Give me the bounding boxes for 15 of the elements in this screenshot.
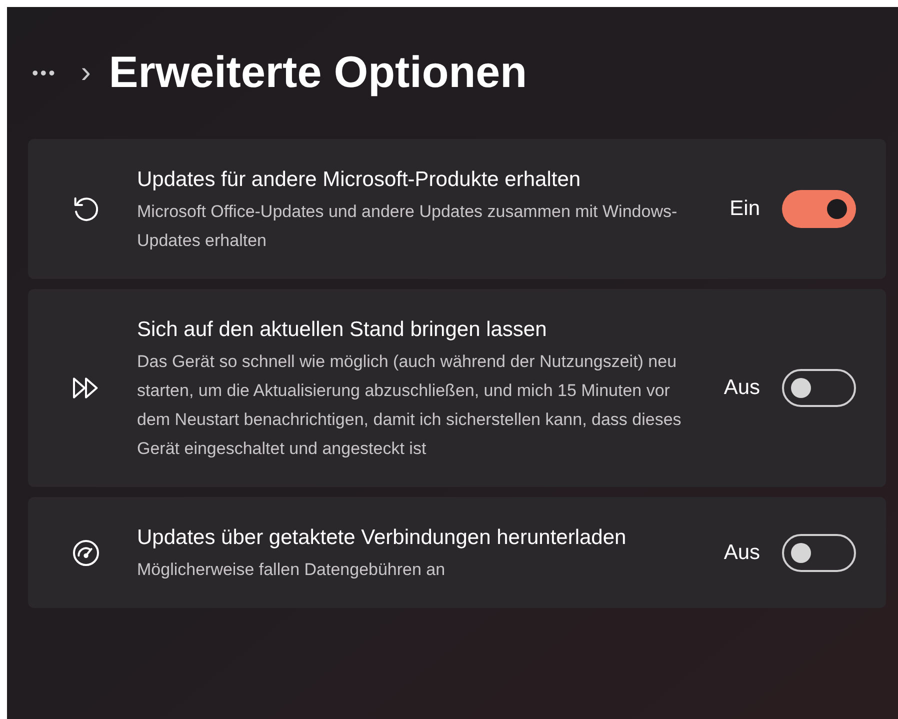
toggle-state-label: Aus	[724, 375, 760, 402]
toggle-state-label: Ein	[730, 196, 760, 222]
toggle-switch[interactable]	[782, 369, 856, 407]
toggle-state-label: Aus	[724, 540, 760, 566]
breadcrumb-separator: ›	[80, 58, 91, 88]
setting-title: Sich auf den aktuellen Stand bringen lassen	[137, 317, 548, 343]
setting-title: Updates über getaktete Verbindungen herunterladen	[137, 525, 628, 551]
setting-description: Microsoft Office-Updates und andere Updates zusammen mit Windows-Updates erhalten	[137, 201, 678, 252]
toggle-switch[interactable]	[782, 190, 856, 228]
setting-title: Updates für andere Microsoft-Produkte erhalten	[137, 167, 582, 193]
page-title: Erweiterte Optionen	[108, 47, 527, 99]
toggle-switch[interactable]	[782, 534, 856, 572]
setting-description: Möglicherweise fallen Datengebühren an	[137, 559, 446, 581]
more-button[interactable]: •••	[32, 60, 57, 86]
setting-description: Das Gerät so schnell wie möglich (auch während der Nutzungszeit) neu starten, um die Aktualisierung abzuschließen, und mich 15 Minuten vor dem Neustart benachrichtigen, damit ich sicherstellen kann, dass dieses Gerät eingeschaltet und angesteckt ist	[137, 351, 682, 460]
